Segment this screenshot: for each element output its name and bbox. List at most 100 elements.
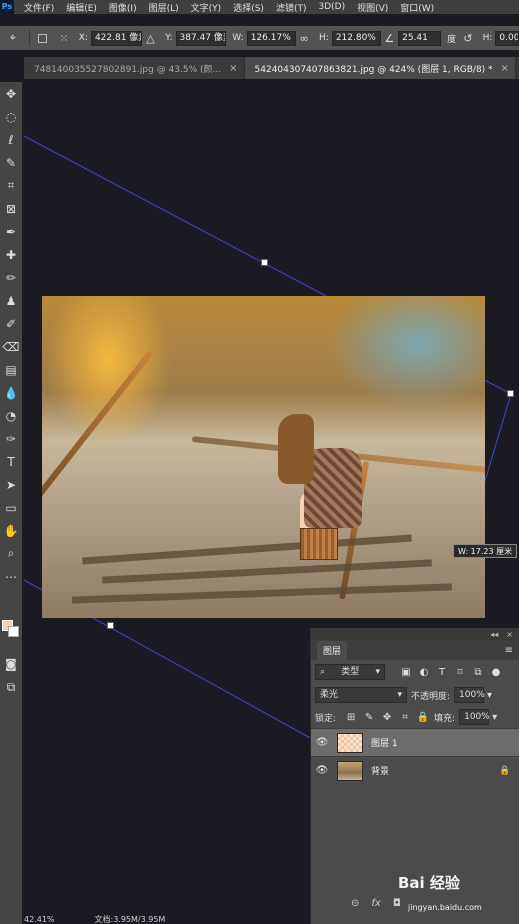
close-icon[interactable]: × xyxy=(501,63,509,74)
h-skew-field[interactable]: 0.00 xyxy=(495,30,519,46)
zoom-tool-icon[interactable]: ⌕ xyxy=(0,542,22,565)
layer-row-background[interactable]: 👁 背景 🔒 xyxy=(311,756,519,784)
chevron-down-icon: ▾ xyxy=(375,667,380,677)
menu-filter[interactable]: 滤镜(T) xyxy=(276,1,307,14)
y-position-field[interactable]: 387.47 像素 xyxy=(175,30,227,46)
zoom-level[interactable]: 42.41% xyxy=(24,915,55,924)
gradient-tool-icon[interactable]: ▤ xyxy=(0,358,22,381)
photo-layer[interactable] xyxy=(42,296,485,618)
layer-row-layer1[interactable]: 👁 图层 1 xyxy=(311,728,519,756)
transform-width-tooltip: W: 17.23 厘米 xyxy=(453,544,518,558)
menu-window[interactable]: 窗口(W) xyxy=(400,1,434,14)
relative-position-icon[interactable]: △ xyxy=(142,29,159,47)
w-label: W: xyxy=(232,33,244,43)
x-position-field[interactable]: 422.81 像素 xyxy=(90,30,142,46)
layer-name: 图层 1 xyxy=(371,739,398,749)
subject-basket xyxy=(300,528,338,560)
eraser-tool-icon[interactable]: ⌫ xyxy=(0,335,22,358)
move-tool-icon[interactable]: ✥ xyxy=(0,82,22,105)
lock-pixels-icon[interactable]: ✎ xyxy=(362,710,376,724)
filter-toggle-icon[interactable]: ● xyxy=(489,665,503,679)
eyedropper-tool-icon[interactable]: ✒ xyxy=(0,220,22,243)
menu-select[interactable]: 选择(S) xyxy=(233,1,264,14)
fx-icon[interactable]: fx xyxy=(371,898,380,909)
stamp-tool-icon[interactable]: ♟ xyxy=(0,289,22,312)
filter-adjustment-icon[interactable]: ◐ xyxy=(417,665,431,679)
menu-image[interactable]: 图像(I) xyxy=(109,1,137,14)
chevron-down-icon[interactable]: ▾ xyxy=(487,690,492,701)
background-color-swatch[interactable] xyxy=(8,626,19,637)
blend-mode-select[interactable]: 柔光 ▾ xyxy=(315,687,407,703)
dodge-tool-icon[interactable]: ◔ xyxy=(0,404,22,427)
layer-name: 背景 xyxy=(371,767,390,777)
brush-tool-icon[interactable]: ✏ xyxy=(0,266,22,289)
menu-bar: Ps 文件(F) 编辑(E) 图像(I) 图层(L) 文字(Y) 选择(S) 滤… xyxy=(0,0,519,14)
filter-smart-object-icon[interactable]: ⧉ xyxy=(471,665,485,679)
reference-point-grid-icon[interactable]: ⁙ xyxy=(55,29,72,47)
hand-tool-icon[interactable]: ✋ xyxy=(0,519,22,542)
crop-tool-icon[interactable]: ⌗ xyxy=(0,174,22,197)
lock-all-icon[interactable]: 🔒 xyxy=(416,710,430,724)
interpolation-icon[interactable]: ↺ xyxy=(459,29,476,47)
chevron-down-icon: ▾ xyxy=(397,690,402,700)
visibility-eye-icon[interactable]: 👁 xyxy=(311,737,333,748)
sleeper xyxy=(71,583,453,604)
fill-field[interactable]: 100% xyxy=(459,709,490,725)
transform-handle-top[interactable] xyxy=(261,259,268,266)
fill-label: 填充: xyxy=(434,713,456,724)
type-tool-icon[interactable]: T xyxy=(0,450,22,473)
visibility-eye-icon[interactable]: 👁 xyxy=(311,765,333,776)
quick-mask-icon[interactable]: ◙ xyxy=(0,652,22,675)
mask-icon[interactable]: ◘ xyxy=(393,898,401,909)
lock-transparent-icon[interactable]: ⊞ xyxy=(344,710,358,724)
path-select-tool-icon[interactable]: ➤ xyxy=(0,473,22,496)
link-aspect-icon[interactable]: ∞ xyxy=(296,29,313,47)
history-brush-tool-icon[interactable]: ✐ xyxy=(0,312,22,335)
marquee-tool-icon[interactable]: ◌ xyxy=(0,105,22,128)
height-percent-field[interactable]: 212.80% xyxy=(331,30,381,46)
tab-layers[interactable]: 图层 xyxy=(317,640,348,660)
menu-view[interactable]: 视图(V) xyxy=(357,1,388,14)
lock-artboard-icon[interactable]: ⌗ xyxy=(398,710,412,724)
subject-hair xyxy=(278,414,314,484)
menu-3d[interactable]: 3D(D) xyxy=(318,2,345,12)
collapse-panel-icon[interactable]: ◂◂ xyxy=(490,630,498,639)
chevron-down-icon[interactable]: ▾ xyxy=(492,712,497,723)
angle-field[interactable]: 25.41 xyxy=(398,30,442,46)
menu-layer[interactable]: 图层(L) xyxy=(149,1,179,14)
panel-menu-icon[interactable]: ≡ xyxy=(505,645,513,656)
reference-point-checkbox[interactable] xyxy=(38,33,48,43)
pen-tool-icon[interactable]: ✑ xyxy=(0,427,22,450)
close-icon[interactable]: × xyxy=(506,630,513,639)
sleeper xyxy=(82,534,412,565)
opacity-field[interactable]: 100% xyxy=(454,687,485,703)
lock-position-icon[interactable]: ✥ xyxy=(380,710,394,724)
lock-icon: 🔒 xyxy=(499,765,511,776)
tools-panel: ✥ ◌ ℓ ✎ ⌗ ⊠ ✒ ✚ ✏ ♟ ✐ ⌫ ▤ 💧 ◔ ✑ T ➤ ▭ ✋ … xyxy=(0,82,22,924)
transform-handle-right[interactable] xyxy=(507,390,514,397)
rectangle-tool-icon[interactable]: ▭ xyxy=(0,496,22,519)
tab-document-2[interactable]: 542404307407863821.jpg @ 424% (图层 1, RGB… xyxy=(244,57,516,79)
transform-tool-icon[interactable]: ⌖ xyxy=(4,29,21,47)
angle-icon: ∠ xyxy=(384,31,395,45)
close-icon[interactable]: × xyxy=(229,63,237,74)
frame-tool-icon[interactable]: ⊠ xyxy=(0,197,22,220)
screen-mode-icon[interactable]: ⧉ xyxy=(0,676,22,699)
filter-pixel-icon[interactable]: ▣ xyxy=(399,665,413,679)
menu-edit[interactable]: 编辑(E) xyxy=(66,1,97,14)
menu-file[interactable]: 文件(F) xyxy=(24,1,54,14)
filter-type-icon[interactable]: T xyxy=(435,665,449,679)
healing-brush-tool-icon[interactable]: ✚ xyxy=(0,243,22,266)
tab-document-1[interactable]: 748140035527802891.jpg @ 43.5% (颜... × xyxy=(24,57,245,79)
quick-select-tool-icon[interactable]: ✎ xyxy=(0,151,22,174)
width-percent-field[interactable]: 126.17% xyxy=(246,30,296,46)
link-icon[interactable]: ⊝ xyxy=(351,898,359,909)
layer-filter-select[interactable]: ⌕ 类型 ▾ xyxy=(315,664,385,680)
lasso-tool-icon[interactable]: ℓ xyxy=(0,128,22,151)
filter-shape-icon[interactable]: ⌑ xyxy=(453,665,467,679)
menu-type[interactable]: 文字(Y) xyxy=(191,1,222,14)
transform-handle-bottom[interactable] xyxy=(107,622,114,629)
lock-label: 锁定: xyxy=(315,713,337,724)
more-tools-icon[interactable]: ⋯ xyxy=(0,565,22,588)
blur-tool-icon[interactable]: 💧 xyxy=(0,381,22,404)
